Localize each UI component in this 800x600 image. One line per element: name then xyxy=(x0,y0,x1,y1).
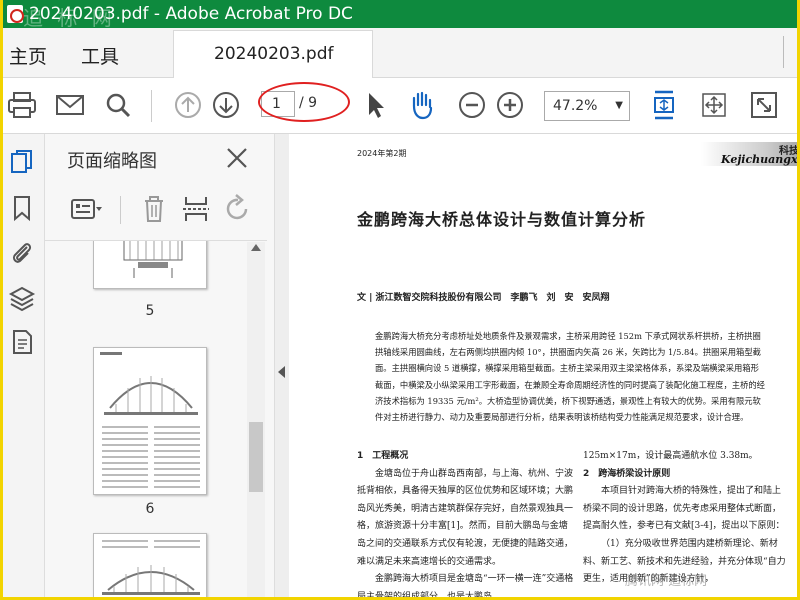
section-heading-2: 2 跨海桥梁设计原则 xyxy=(583,468,671,479)
scroll-up-arrow[interactable] xyxy=(251,244,261,251)
rotate-page-button[interactable] xyxy=(221,192,255,226)
page-thumbnail-5[interactable] xyxy=(93,241,207,289)
section-2-paragraph: 本项目针对跨海大桥的特殊性，提出了和陆上桥梁不同的设计思路，优先考虑采用整体式断… xyxy=(583,486,785,532)
move-arrows-icon xyxy=(702,93,726,117)
close-icon xyxy=(227,148,247,168)
page-7-preview xyxy=(102,540,200,595)
main-toolbar: 1 / 9 47.2% ▼ xyxy=(3,78,797,134)
column-2-first-line: 125m×17m，设计最高通航水位 3.38m。 xyxy=(583,451,758,461)
article-title: 金鹏跨海大桥总体设计与数值计算分析 xyxy=(357,210,647,229)
zoom-in-button[interactable] xyxy=(493,88,527,122)
watermark: 追 标 网 xyxy=(23,6,116,30)
thumbnail-options-button[interactable] xyxy=(69,192,103,226)
close-panel-button[interactable] xyxy=(225,146,249,170)
search-button[interactable] xyxy=(101,88,135,122)
journal-banner-zh: 科技创 xyxy=(779,146,797,157)
document-viewer[interactable]: 2024年第2期 Kejichuangx 科技创 金鹏跨海大桥总体设计与数值计算… xyxy=(289,134,797,600)
acrobat-window: 20240203.pdf - Adobe Acrobat Pro DC 追 标 … xyxy=(0,0,800,600)
thumbnail-toolbar-divider xyxy=(120,196,121,224)
menu-bar: 主页 工具 xyxy=(3,28,797,78)
minus-circle-icon xyxy=(459,92,485,118)
section-1-paragraph-2: 金鹏跨海大桥项目是金塘岛“一环一横一连”交通格局主骨架的组成部分，也是大鹏岛 xyxy=(357,574,574,600)
arrow-up-circle-icon xyxy=(175,92,201,118)
thumbnail-label-5: 5 xyxy=(145,303,155,319)
scrollbar-thumb[interactable] xyxy=(249,422,263,492)
document-tab-label: 20240203.pdf xyxy=(214,44,334,64)
pages-icon xyxy=(11,150,32,173)
cursor-arrow-icon xyxy=(369,93,384,118)
thumbnails-panel: 页面缩略图 5 6 xyxy=(45,134,275,597)
split-page-button[interactable] xyxy=(179,192,213,226)
split-icon xyxy=(183,197,209,221)
thumbnails-title: 页面缩略图 xyxy=(67,151,157,172)
chevron-left-icon xyxy=(278,366,285,378)
toolbar-divider xyxy=(151,90,152,122)
thumbnail-scrollbar[interactable] xyxy=(247,242,265,597)
next-page-button[interactable] xyxy=(209,88,243,122)
list-options-icon xyxy=(71,199,102,219)
layers-icon xyxy=(8,286,36,312)
annotation-oval xyxy=(258,82,350,122)
thumbnail-toolbar xyxy=(65,192,265,232)
bookmark-icon xyxy=(14,196,30,222)
bookmarks-button[interactable] xyxy=(8,194,36,222)
previous-page-button[interactable] xyxy=(171,88,205,122)
plus-circle-icon xyxy=(497,92,523,118)
print-icon xyxy=(8,92,36,118)
menu-tools[interactable]: 工具 xyxy=(81,42,119,69)
page-watermark: 腾讯网 追标网 xyxy=(625,574,708,589)
fit-width-icon xyxy=(654,90,674,120)
hand-icon xyxy=(412,91,433,120)
collapse-panel-handle[interactable] xyxy=(275,134,289,597)
article-abstract: 金鹏跨海大桥充分考虑桥址处地质条件及景观需求，主桥采用跨径 152m 下承式网状… xyxy=(375,331,765,423)
pdf-page: 2024年第2期 Kejichuangx 科技创 金鹏跨海大桥总体设计与数值计算… xyxy=(289,134,797,600)
zoom-out-button[interactable] xyxy=(455,88,489,122)
email-button[interactable] xyxy=(53,88,87,122)
document-icon xyxy=(13,330,32,354)
attachments-button[interactable] xyxy=(8,238,36,266)
page-5-preview xyxy=(123,241,183,278)
page-thumbnail-6[interactable] xyxy=(93,347,207,495)
article-column-1: 1 工程概况 金塘岛位于舟山群岛西南部，与上海、杭州、宁波抵背相依，具备得天独厚… xyxy=(357,448,575,600)
arrow-down-circle-icon xyxy=(213,92,239,118)
section-heading-1: 1 工程概况 xyxy=(357,451,409,461)
acrobat-app-icon xyxy=(7,5,24,23)
zoom-level-value: 47.2% xyxy=(553,98,598,114)
thumbnail-list: 5 6 xyxy=(45,240,267,597)
full-screen-button[interactable] xyxy=(747,88,781,122)
print-button[interactable] xyxy=(5,88,39,122)
title-bar: 20240203.pdf - Adobe Acrobat Pro DC 追 标 … xyxy=(3,0,797,30)
zoom-level-select[interactable]: 47.2% ▼ xyxy=(544,91,630,121)
hand-tool-button[interactable] xyxy=(405,88,439,122)
menu-home[interactable]: 主页 xyxy=(9,42,47,69)
rotate-icon xyxy=(226,194,248,220)
menu-divider xyxy=(783,36,784,68)
article-column-2: 125m×17m，设计最高通航水位 3.38m。 2 跨海桥梁设计原则 本项目针… xyxy=(583,448,789,589)
rotate-view-button[interactable] xyxy=(697,88,731,122)
journal-banner: Kejichuangx 科技创 xyxy=(701,142,797,166)
search-icon xyxy=(106,93,131,118)
document-tab[interactable]: 20240203.pdf xyxy=(173,30,373,78)
page-thumbnail-7[interactable] xyxy=(93,533,207,597)
layers-button[interactable] xyxy=(8,284,36,312)
delete-page-button[interactable] xyxy=(137,192,171,226)
page-6-preview xyxy=(100,352,200,488)
select-tool-button[interactable] xyxy=(359,88,393,122)
chevron-down-icon: ▼ xyxy=(615,100,623,111)
issue-label: 2024年第2期 xyxy=(357,149,407,158)
trash-icon xyxy=(145,196,163,222)
paperclip-icon xyxy=(12,243,32,263)
expand-icon xyxy=(751,92,777,118)
section-1-paragraph: 金塘岛位于舟山群岛西南部，与上海、杭州、宁波抵背相依，具备得天独厚的区位优势和区… xyxy=(357,468,574,567)
content-button[interactable] xyxy=(8,328,36,356)
page-thumbnails-button[interactable] xyxy=(8,148,36,176)
navigation-rail xyxy=(3,134,45,597)
fit-page-button[interactable] xyxy=(647,88,681,122)
thumbnail-label-6: 6 xyxy=(145,501,155,517)
article-authors: 文 | 浙江数智交院科技股份有限公司 李鹏飞 刘 安 安凤翔 xyxy=(357,293,610,303)
envelope-icon xyxy=(56,95,84,115)
